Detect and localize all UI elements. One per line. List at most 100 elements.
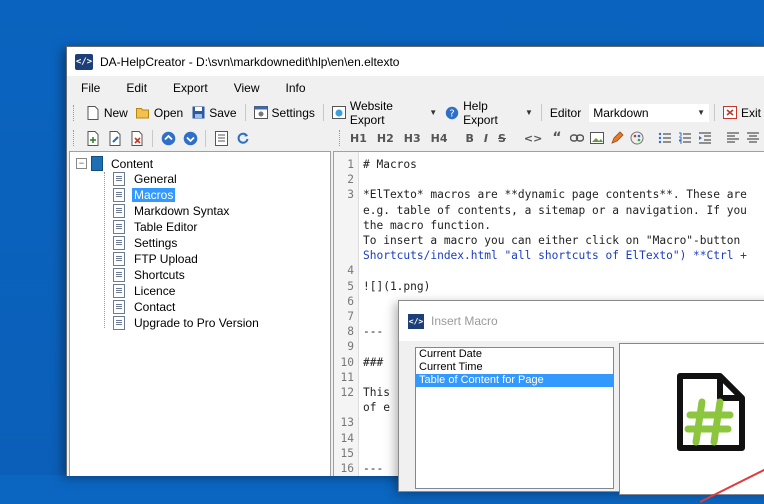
book-icon [91, 156, 103, 171]
macro-list[interactable]: Current Date Current Time Table of Conte… [415, 347, 614, 489]
settings-label: Settings [271, 105, 315, 120]
tree-toolbar [67, 125, 329, 151]
pointer-arrow [700, 468, 764, 503]
tree-item-label: Shortcuts [134, 268, 185, 282]
tree-item-table-editor[interactable]: Table Editor [113, 219, 199, 235]
tree-item-label: Settings [134, 236, 178, 250]
tree-item-label: FTP Upload [134, 252, 198, 266]
numbered-list-icon[interactable] [678, 130, 692, 146]
tree-item-contact[interactable]: Contact [113, 299, 177, 315]
help-export-label: Help Export [463, 98, 498, 127]
line-text: ### [363, 355, 384, 369]
quote-button[interactable]: “ [547, 130, 566, 146]
heading1-button[interactable]: H1 [345, 132, 372, 145]
menu-info[interactable]: Info [273, 81, 319, 95]
delete-page-icon[interactable] [129, 130, 145, 146]
macro-item-current-date[interactable]: Current Date [416, 348, 613, 361]
italic-button[interactable]: I [479, 132, 493, 145]
bulleted-list-icon[interactable] [658, 130, 672, 146]
page-icon [113, 220, 125, 234]
tree-item-settings[interactable]: Settings [113, 235, 179, 251]
toolbar-grip[interactable] [339, 130, 340, 146]
line-number: 15 [340, 446, 354, 460]
heading3-button[interactable]: H3 [399, 132, 426, 145]
heading2-button[interactable]: H2 [372, 132, 399, 145]
refresh-icon[interactable] [235, 130, 251, 146]
exit-label: Exit [741, 105, 762, 120]
tree-item-licence[interactable]: Licence [113, 283, 177, 299]
menu-file[interactable]: File [67, 81, 113, 95]
indent-icon[interactable] [698, 130, 712, 146]
collapse-icon[interactable]: − [76, 158, 87, 169]
page-icon [113, 236, 125, 250]
align-center-icon[interactable] [746, 130, 760, 146]
tree-item-markdown-syntax[interactable]: Markdown Syntax [113, 203, 231, 219]
settings-window-icon [253, 106, 268, 120]
toolbar-separator [322, 104, 324, 121]
menu-bar: File Edit Export View Info [67, 76, 764, 100]
menu-edit[interactable]: Edit [113, 81, 160, 95]
macro-item-table-of-content[interactable]: Table of Content for Page [416, 374, 613, 387]
title-bar[interactable]: </> DA-HelpCreator - D:\svn\markdownedit… [67, 47, 764, 76]
help-export-button[interactable]: ? Help Export ▼ [441, 99, 537, 127]
toolbar-separator [714, 104, 715, 121]
heading4-button[interactable]: H4 [426, 132, 453, 145]
tree-root[interactable]: − Content [76, 156, 155, 171]
line-text: e.g. table of contents, a sitemap or a n… [363, 203, 747, 217]
tree-item-label: Markdown Syntax [134, 204, 230, 218]
add-page-icon[interactable] [85, 130, 101, 146]
menu-export[interactable]: Export [160, 81, 221, 95]
new-button[interactable]: New [82, 103, 132, 123]
line-number: 16 [340, 462, 354, 475]
dialog-body: Current Date Current Time Table of Conte… [399, 341, 764, 503]
properties-icon[interactable] [213, 130, 229, 146]
macro-item-current-time[interactable]: Current Time [416, 361, 613, 374]
strikethrough-button[interactable]: S [493, 132, 511, 145]
move-down-icon[interactable] [182, 130, 198, 146]
dialog-title: Insert Macro [431, 314, 498, 328]
menu-view[interactable]: View [221, 81, 273, 95]
line-number: 6 [347, 294, 354, 308]
tree-item-macros[interactable]: Macros [113, 187, 176, 203]
editor-mode-value: Markdown [593, 105, 649, 120]
tree-connector-line [104, 172, 106, 328]
editor-mode-select[interactable]: Markdown ▼ [588, 102, 711, 123]
editor-label: Editor [549, 105, 582, 120]
image-icon[interactable] [589, 130, 604, 146]
edit-page-icon[interactable] [107, 130, 123, 146]
line-number: 7 [347, 310, 354, 323]
line-text: *ElTexto* macros are **dynamic page cont… [363, 188, 747, 202]
color-palette-icon[interactable] [630, 130, 644, 146]
line-number: 12 [340, 386, 354, 399]
line-number: 11 [340, 370, 354, 384]
settings-button[interactable]: Settings [250, 103, 319, 123]
line-text: of e [363, 401, 390, 415]
line-text: ![](1.png) [363, 279, 431, 293]
save-button[interactable]: Save [187, 103, 240, 123]
help-export-icon: ? [445, 106, 459, 120]
code-button[interactable]: <> [519, 132, 547, 145]
website-export-label: Website Export [349, 98, 393, 127]
move-up-icon[interactable] [160, 130, 176, 146]
exit-button[interactable]: Exit [719, 103, 764, 123]
open-button[interactable]: Open [132, 103, 187, 123]
link-icon[interactable] [569, 130, 584, 146]
tree-item-ftp-upload[interactable]: FTP Upload [113, 251, 200, 267]
tree-item-label: Contact [134, 300, 176, 314]
tree-item-shortcuts[interactable]: Shortcuts [113, 267, 187, 283]
macro-preview [619, 343, 764, 503]
website-export-button[interactable]: Website Export ▼ [328, 99, 441, 127]
exit-icon [723, 106, 737, 120]
align-left-icon[interactable] [726, 130, 740, 146]
toolbar-grip[interactable] [73, 130, 77, 146]
line-number: 10 [340, 355, 354, 369]
bold-button[interactable]: B [461, 132, 479, 145]
line-text: --- [363, 462, 384, 475]
toolbar-separator [152, 129, 153, 147]
tree-item-upgrade[interactable]: Upgrade to Pro Version [113, 315, 261, 331]
dialog-title-bar[interactable]: </> Insert Macro [399, 301, 764, 341]
tree-item-general[interactable]: General [113, 171, 179, 187]
toolbar-grip[interactable] [73, 104, 77, 121]
highlight-pen-icon[interactable] [610, 130, 624, 146]
page-icon [113, 188, 125, 202]
